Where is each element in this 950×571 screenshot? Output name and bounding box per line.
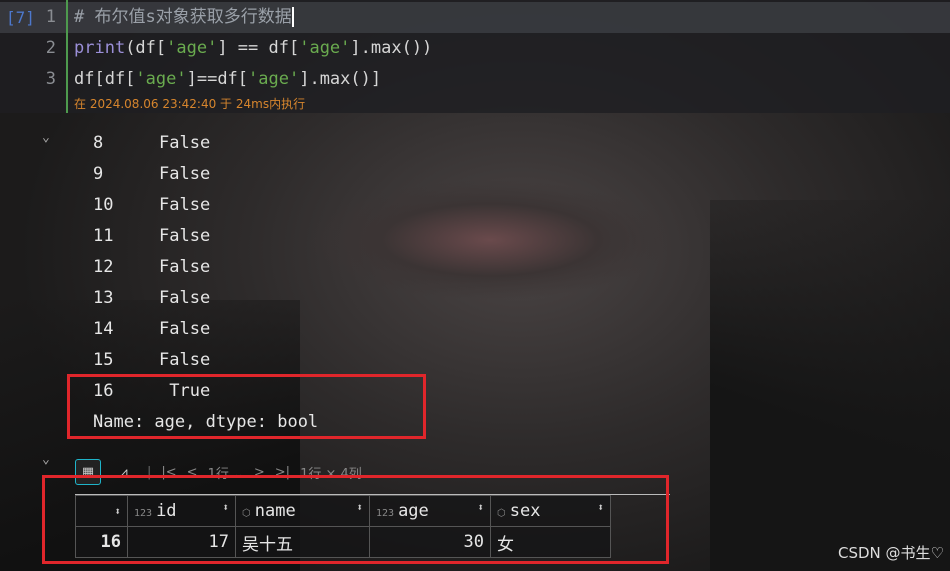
- series-value: False: [159, 350, 211, 370]
- code-token: (df[: [125, 38, 167, 58]
- text-cursor: [291, 7, 294, 27]
- series-value: False: [159, 195, 211, 215]
- code-token: 'age': [166, 38, 218, 58]
- collapse-table-chevron-icon[interactable]: ⌄: [42, 452, 50, 467]
- code-token: # 布尔值s对象获取多行数据: [74, 7, 292, 27]
- series-value: False: [159, 164, 211, 184]
- code-token: 'age': [248, 69, 300, 89]
- code-line[interactable]: df[df['age']==df['age'].max()]: [74, 64, 381, 95]
- code-token: print: [74, 38, 126, 58]
- line-number: 3: [45, 69, 56, 89]
- series-index: 11: [93, 226, 114, 246]
- series-index: 14: [93, 319, 114, 339]
- highlight-box-result-table: [42, 475, 669, 564]
- series-index: 9: [93, 164, 104, 184]
- code-line[interactable]: # 布尔值s对象获取多行数据: [74, 2, 294, 33]
- code-token: ].max()): [350, 38, 433, 58]
- series-value: False: [159, 288, 211, 308]
- series-value: False: [159, 319, 211, 339]
- code-token: df[df[: [74, 69, 136, 89]
- execution-timestamp: 在 2024.08.06 23:42:40 于 24ms内执行: [74, 97, 306, 111]
- execution-count: [7]: [6, 8, 35, 27]
- series-index: 8: [93, 133, 104, 153]
- series-value: False: [159, 257, 211, 277]
- code-cell[interactable]: [7] 1 # 布尔值s对象获取多行数据 2 print(df['age'] == d…: [0, 0, 950, 113]
- line-number: 1: [45, 7, 56, 27]
- code-line[interactable]: print(df['age'] == df['age'].max()): [74, 33, 432, 64]
- highlight-box-true-row: [67, 374, 426, 439]
- series-index: 15: [93, 350, 114, 370]
- series-value: False: [159, 226, 211, 246]
- series-index: 13: [93, 288, 114, 308]
- code-token: 'age': [299, 38, 351, 58]
- code-token: ]==df[: [186, 69, 249, 89]
- series-value: False: [159, 133, 211, 153]
- line-number: 2: [45, 38, 56, 58]
- code-token: ] == df[: [217, 38, 300, 58]
- code-token: ].max()]: [299, 69, 382, 89]
- cell-status-bar: [66, 0, 68, 113]
- watermark: CSDN @书生♡: [838, 544, 944, 562]
- series-index: 10: [93, 195, 114, 215]
- series-index: 12: [93, 257, 114, 277]
- background-image-shadow: [710, 200, 950, 571]
- code-token: 'age': [135, 69, 187, 89]
- collapse-output-chevron-icon[interactable]: ⌄: [42, 130, 50, 145]
